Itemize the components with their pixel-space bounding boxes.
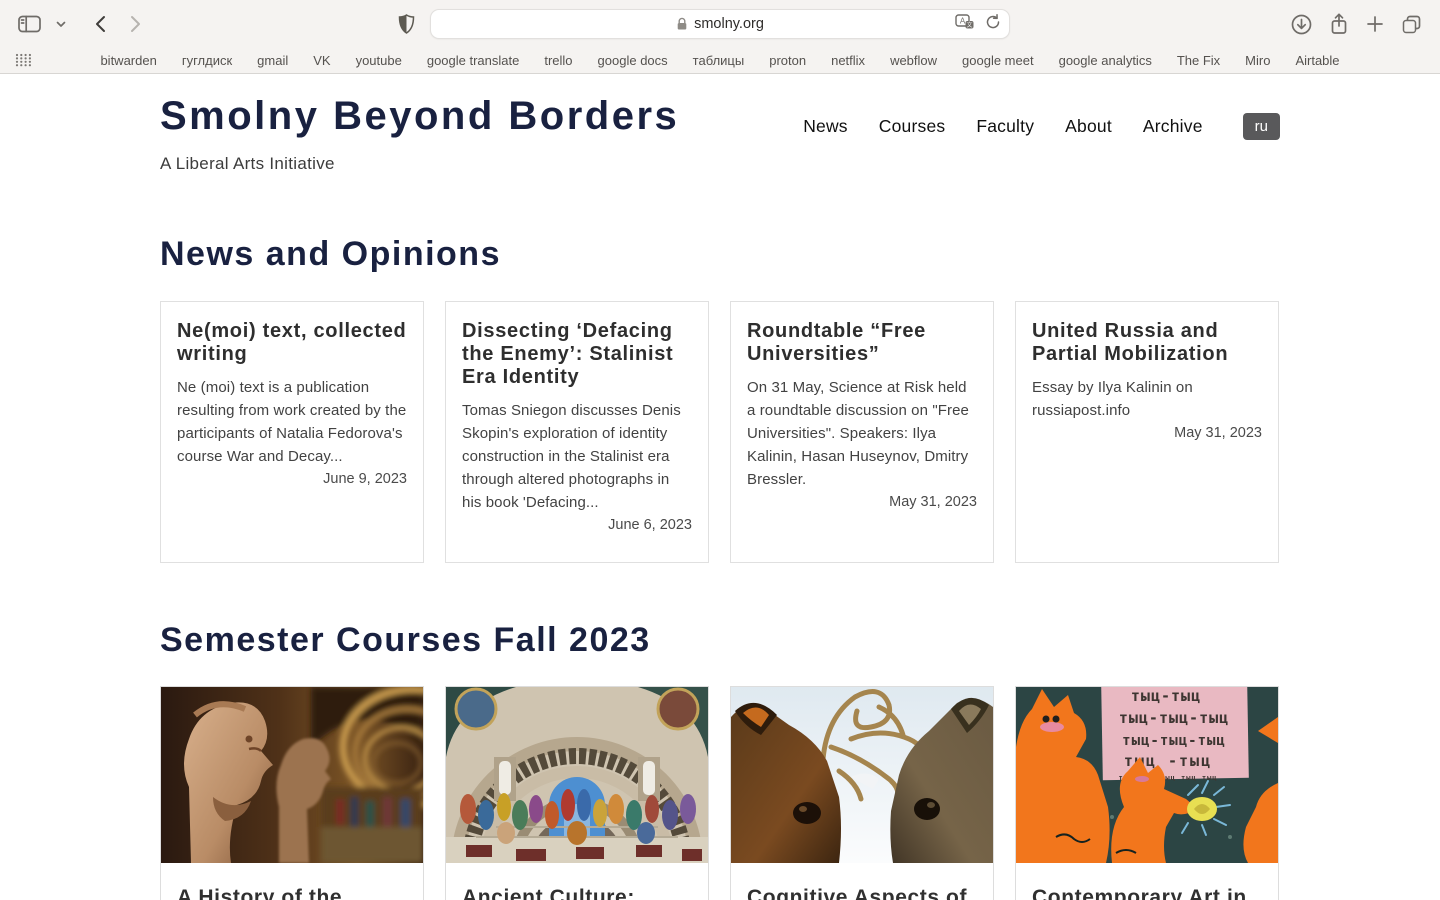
bookmark-item[interactable]: гуглдиск [182, 53, 232, 68]
svg-text:тыц-тыц-тыц: тыц-тыц-тыц [1119, 709, 1229, 727]
course-image-roman-busts [161, 687, 423, 863]
downloads-icon[interactable] [1291, 14, 1312, 35]
bookmark-item[interactable]: gmail [257, 53, 288, 68]
bookmark-item[interactable]: google meet [962, 53, 1034, 68]
svg-text:тыц-тыц-тыц: тыц-тыц-тыц [1122, 733, 1226, 749]
bookmark-item[interactable]: proton [769, 53, 806, 68]
favorites-grid-icon[interactable] [15, 53, 32, 67]
course-card[interactable]: Ancient Culture: Polis [445, 686, 709, 900]
bookmark-item[interactable]: google docs [598, 53, 668, 68]
news-card-title: Dissecting ‘Defacing the Enemy’: Stalini… [462, 320, 692, 389]
news-card-excerpt: Tomas Sniegon discusses Denis Skopin's e… [462, 399, 692, 514]
site-subtitle: A Liberal Arts Initiative [160, 154, 679, 174]
share-icon[interactable] [1329, 13, 1349, 35]
course-card-title: Ancient Culture: Polis [446, 863, 708, 900]
main-nav: News Courses Faculty About Archive ru [803, 111, 1280, 141]
course-card-title: Contemporary Art in [1016, 863, 1278, 900]
nav-link[interactable]: Courses [879, 116, 946, 137]
bookmark-item[interactable]: таблицы [693, 53, 745, 68]
bookmark-item[interactable]: Airtable [1295, 53, 1339, 68]
back-button[interactable] [94, 15, 106, 33]
news-card[interactable]: Dissecting ‘Defacing the Enemy’: Stalini… [445, 301, 709, 563]
course-card-title: A History of the World [161, 863, 423, 900]
bookmark-item[interactable]: google translate [427, 53, 520, 68]
bookmark-item[interactable]: youtube [356, 53, 402, 68]
sidebar-toggle-icon[interactable] [18, 15, 42, 33]
privacy-shield-icon[interactable] [398, 14, 415, 34]
bookmarks-bar: bitwarden гуглдиск gmail VK youtube google tr… [0, 48, 1440, 74]
svg-text:A: A [960, 17, 966, 26]
bookmark-item[interactable]: netflix [831, 53, 865, 68]
news-card-date: May 31, 2023 [1032, 425, 1262, 441]
courses-grid: A History of the World [160, 686, 1280, 900]
tab-overview-icon[interactable] [1401, 14, 1422, 35]
course-card-title: Cognitive Aspects of [731, 863, 993, 900]
bookmark-item[interactable]: The Fix [1177, 53, 1220, 68]
bookmark-item[interactable]: trello [544, 53, 572, 68]
language-toggle-button[interactable]: ru [1243, 113, 1280, 140]
address-bar[interactable]: smolny.org A文 [430, 9, 1010, 39]
course-card[interactable]: A History of the World [160, 686, 424, 900]
news-card[interactable]: Roundtable “Free Universities” On 31 May… [730, 301, 994, 563]
forward-button[interactable] [130, 15, 142, 33]
news-card[interactable]: United Russia and Partial Mobilization E… [1015, 301, 1279, 563]
news-card-date: June 9, 2023 [177, 471, 407, 487]
news-card-date: June 6, 2023 [462, 517, 692, 533]
browser-chrome: smolny.org A文 [0, 0, 1440, 74]
svg-text:文: 文 [966, 21, 972, 29]
nav-link[interactable]: Archive [1143, 116, 1203, 137]
new-tab-icon[interactable] [1366, 15, 1384, 33]
page-content: Smolny Beyond Borders A Liberal Arts Ini… [0, 74, 1440, 900]
news-card[interactable]: Ne(moi) text, collected writing Ne (moi)… [160, 301, 424, 563]
news-card-excerpt: Ne (moi) text is a publication resulting… [177, 376, 407, 468]
news-card-date: May 31, 2023 [747, 494, 977, 510]
nav-link[interactable]: Faculty [976, 116, 1034, 137]
course-card[interactable]: Cognitive Aspects of [730, 686, 994, 900]
url-text: smolny.org [694, 16, 764, 32]
bookmark-item[interactable]: Miro [1245, 53, 1270, 68]
browser-toolbar: smolny.org A文 [0, 0, 1440, 48]
sidebar-chevron-down-icon[interactable] [56, 21, 66, 28]
bookmark-item[interactable]: google analytics [1059, 53, 1152, 68]
site-title[interactable]: Smolny Beyond Borders [160, 94, 679, 138]
site-header: Smolny Beyond Borders A Liberal Arts Ini… [160, 94, 1280, 174]
course-card[interactable]: тыц-тыц тыц-тыц-тыц тыц-тыц-тыц тыц -тыц… [1015, 686, 1279, 900]
reload-icon[interactable] [985, 14, 1001, 30]
news-card-title: Roundtable “Free Universities” [747, 320, 977, 366]
news-card-excerpt: Essay by Ilya Kalinin on russiapost.info [1032, 376, 1262, 422]
course-image-deer-stags [731, 687, 993, 863]
news-card-excerpt: On 31 May, Science at Risk held a roundt… [747, 376, 977, 491]
nav-link[interactable]: News [803, 116, 848, 137]
bookmark-item[interactable]: VK [313, 53, 330, 68]
news-section-heading: News and Opinions [160, 234, 1280, 274]
news-grid: Ne(moi) text, collected writing Ne (moi)… [160, 301, 1280, 563]
news-card-title: Ne(moi) text, collected writing [177, 320, 407, 366]
svg-text:тыц-тыц: тыц-тыц [1131, 687, 1201, 705]
translate-icon[interactable]: A文 [955, 14, 975, 30]
course-image-school-of-athens [446, 687, 708, 863]
bookmark-item[interactable]: webflow [890, 53, 937, 68]
bookmark-item[interactable]: bitwarden [100, 53, 156, 68]
news-card-title: United Russia and Partial Mobilization [1032, 320, 1262, 366]
courses-section-heading: Semester Courses Fall 2023 [160, 620, 1280, 660]
nav-link[interactable]: About [1065, 116, 1112, 137]
lock-icon [676, 17, 688, 31]
course-image-tyts-painting: тыц-тыц тыц-тыц-тыц тыц-тыц-тыц тыц -тыц… [1016, 687, 1278, 863]
